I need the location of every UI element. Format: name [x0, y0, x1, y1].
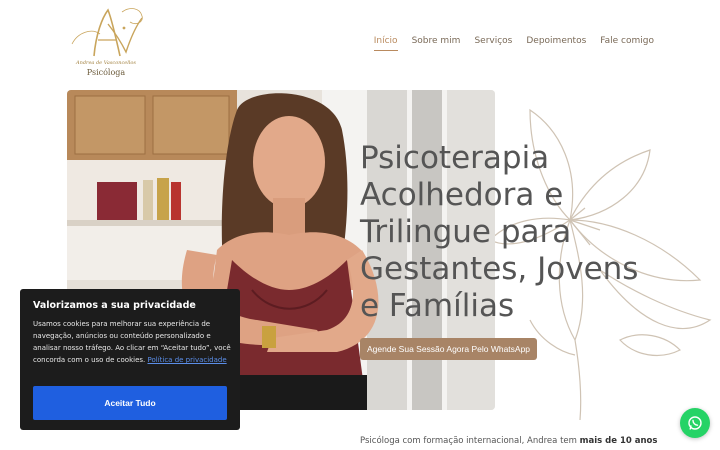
- accept-all-button[interactable]: Aceitar Tudo: [33, 386, 227, 420]
- intro-text-bold: mais de 10 anos: [579, 436, 658, 446]
- site-logo[interactable]: Andrea de Vasconcellos Psicóloga: [64, 4, 148, 80]
- nav-item-servicos[interactable]: Serviços: [474, 36, 512, 51]
- logo-role: Psicóloga: [86, 68, 126, 77]
- nav-item-inicio[interactable]: Início: [373, 36, 398, 51]
- intro-text: Psicóloga com formação internacional, An…: [360, 436, 657, 446]
- whatsapp-icon: [688, 416, 702, 430]
- logo-script-name: Andrea de Vasconcellos: [76, 60, 136, 66]
- nav-item-depoimentos[interactable]: Depoimentos: [526, 36, 586, 51]
- cookie-consent-banner: Valorizamos a sua privacidade Usamos coo…: [20, 289, 240, 430]
- nav-item-fale-comigo[interactable]: Fale comigo: [600, 36, 654, 51]
- logo-monogram-icon: [71, 8, 143, 57]
- whatsapp-cta-button[interactable]: Agende Sua Sessão Agora Pelo WhatsApp: [360, 338, 538, 360]
- main-nav: Início Sobre mim Serviços Depoimentos Fa…: [373, 36, 654, 51]
- privacy-policy-link[interactable]: Política de privacidade: [148, 356, 227, 364]
- intro-text-prefix: Psicóloga com formação internacional, An…: [360, 436, 580, 446]
- cookie-text: Usamos cookies para melhorar sua experiê…: [33, 318, 233, 366]
- nav-item-sobre-mim[interactable]: Sobre mim: [412, 36, 461, 51]
- cookie-title: Valorizamos a sua privacidade: [33, 300, 196, 311]
- whatsapp-float-button[interactable]: [680, 408, 710, 438]
- hero-headline: Psicoterapia Acolhedora e Trilingue para…: [360, 140, 639, 324]
